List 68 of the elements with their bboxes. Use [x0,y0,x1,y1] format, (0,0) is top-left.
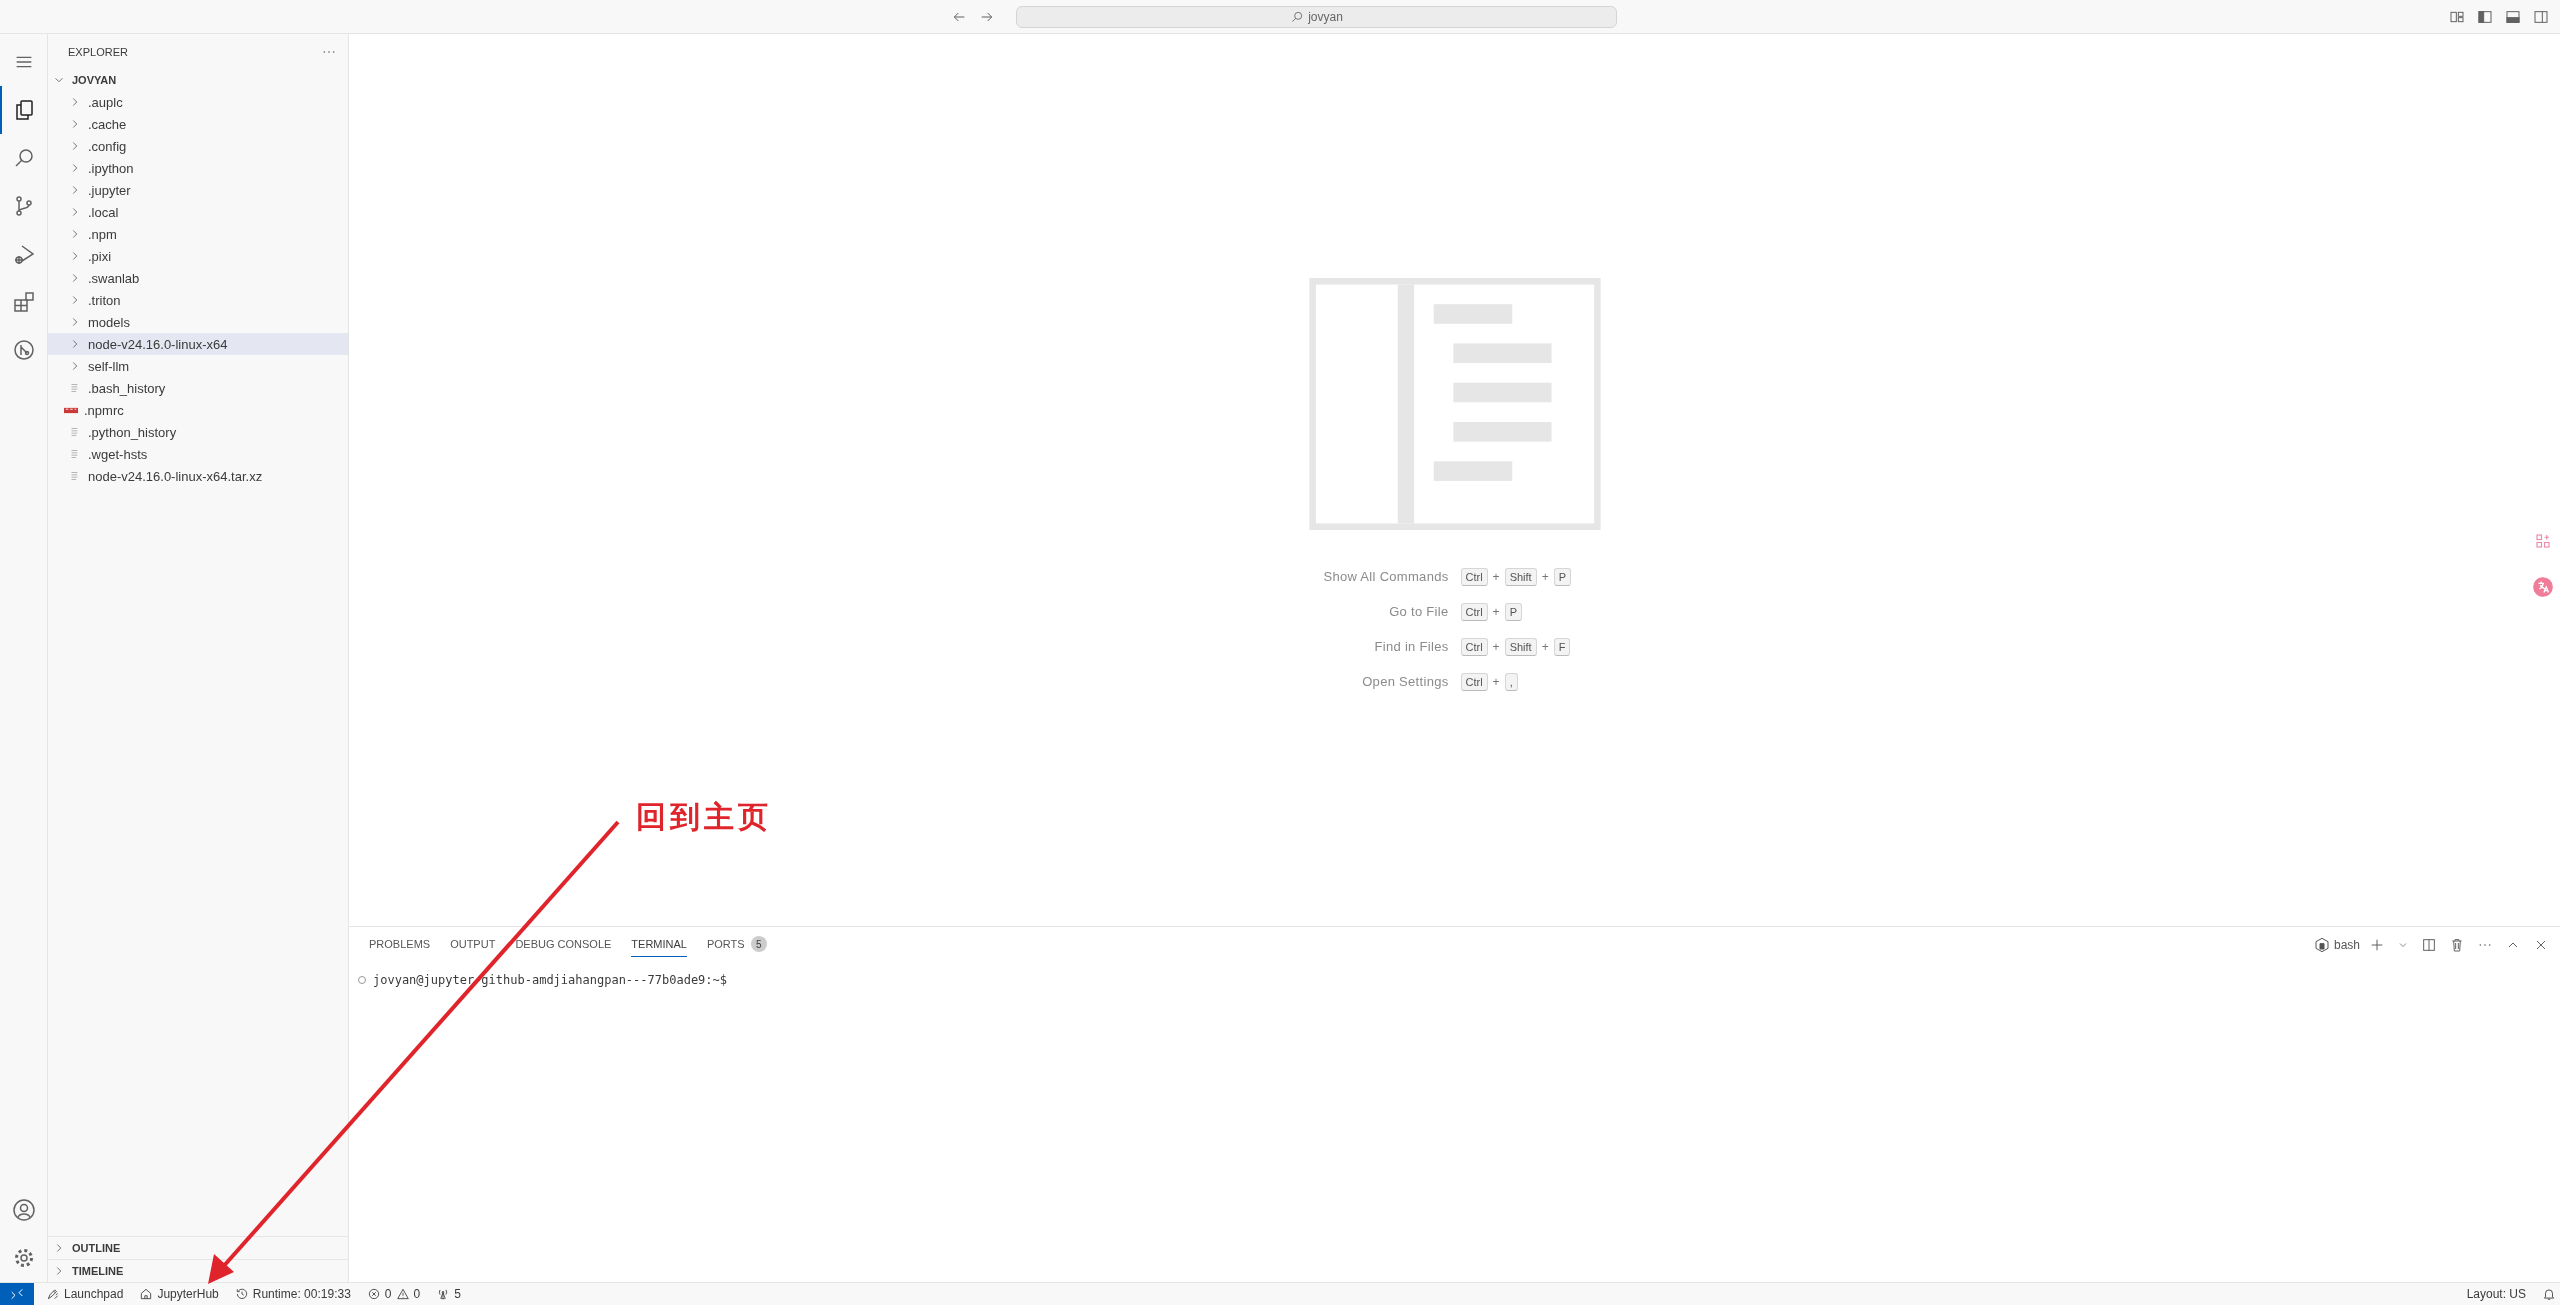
shortcut-label: Go to File [1388,603,1449,621]
warning-icon [395,1287,410,1301]
folder-item[interactable]: .auplc [48,91,348,113]
shortcut-label: Open Settings [1361,673,1449,691]
file-item[interactable]: .bash_history [48,377,348,399]
translate-icon[interactable] [2532,576,2554,598]
plus-sign: + [1541,639,1549,654]
panel-tab[interactable]: TERMINAL [631,932,687,957]
shortcut-label: Show All Commands [1322,568,1449,586]
folder-item[interactable]: .ipython [48,157,348,179]
hexagon-icon [2313,936,2330,953]
sidebar-title: EXPLORER [68,45,128,58]
problems-status[interactable]: 0 0 [362,1283,425,1305]
plus-sign: + [1492,569,1500,584]
folder-item[interactable]: .swanlab [48,267,348,289]
keyboard-key: Ctrl [1460,672,1488,691]
keyboard-key: , [1504,672,1518,691]
plus-sign: + [1492,674,1500,689]
tag-icon [64,406,78,414]
folder-item[interactable]: .cache [48,113,348,135]
search-icon [1290,9,1305,24]
keyboard-key: Ctrl [1460,602,1488,621]
panel-tab[interactable]: PROBLEMS [369,932,431,957]
folder-header[interactable]: JOVYAN [48,69,348,91]
file-item[interactable]: .wget-hsts [48,443,348,465]
panel-tab[interactable]: DEBUG CONSOLE [515,932,612,957]
apps-icon[interactable] [2534,532,2552,550]
section-header[interactable]: OUTLINE [48,1236,348,1259]
keyboard-key: P [1504,602,1522,621]
plus-sign: + [1541,569,1549,584]
home-status[interactable]: JupyterHub [135,1283,223,1305]
folder-item[interactable]: self-llm [48,355,348,377]
remote-button[interactable] [0,1283,34,1305]
annotation-text: 回到主页 [636,798,772,836]
plus-sign: + [1492,604,1500,619]
keyboard-key: F [1553,637,1571,656]
keyboard-key: P [1553,567,1571,586]
panel-tab[interactable]: PORTS 5 [706,932,767,957]
folder-item[interactable]: .triton [48,289,348,311]
circle-icon [357,975,367,985]
history-icon [234,1287,249,1301]
file-item[interactable]: .python_history [48,421,348,443]
keyboard-key: Ctrl [1460,637,1488,656]
folder-item[interactable]: .config [48,135,348,157]
count-badge: 5 [750,936,767,952]
file-item[interactable]: .npmrc [48,399,348,421]
folder-item[interactable]: .pixi [48,245,348,267]
folder-item[interactable]: .npm [48,223,348,245]
panel-tab[interactable]: OUTPUT [450,932,496,957]
keyboard-key: Shift [1504,567,1537,586]
launchpad-status[interactable]: Launchpad [42,1283,128,1305]
plus-sign: + [1492,639,1500,654]
file-item[interactable]: node-v24.16.0-linux-x64.tar.xz [48,465,348,487]
keyboard-layout-status[interactable]: Layout: US [2462,1283,2530,1305]
terminal-selector[interactable]: bash [2313,936,2360,953]
runtime-status[interactable]: Runtime: 00:19:33 [230,1283,355,1305]
error-icon [366,1287,381,1301]
folder-item[interactable]: .local [48,201,348,223]
keyboard-key: Shift [1504,637,1537,656]
shortcut-label: Find in Files [1373,638,1449,656]
folder-item[interactable]: models [48,311,348,333]
folder-item[interactable]: .jupyter [48,179,348,201]
search-field[interactable]: jovyan [1016,5,1617,28]
home-icon [139,1287,154,1301]
ports-status[interactable]: 5 [432,1283,465,1305]
folder-item[interactable]: node-v24.16.0-linux-x64 [48,333,348,355]
keyboard-key: Ctrl [1460,567,1488,586]
remote-icon [9,1286,25,1302]
